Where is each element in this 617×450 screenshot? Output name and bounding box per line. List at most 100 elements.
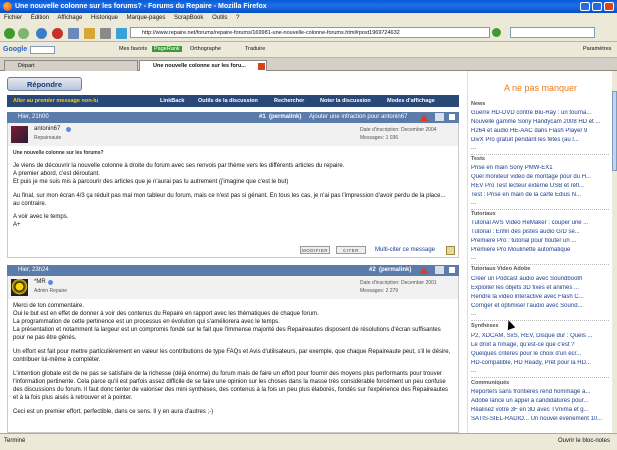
sidebar-link[interactable]: Premiere Pro : tutorial pour flouter un … xyxy=(471,238,611,244)
rate-menu[interactable]: Noter la discussion xyxy=(320,98,371,104)
post-header: Hier, 23h24 #2 (permalink) xyxy=(7,265,459,276)
linkback-menu[interactable]: LinkBack xyxy=(160,98,184,104)
menu-outils[interactable]: Outils xyxy=(212,15,227,21)
tab-current[interactable]: Une nouvelle colonne sur les foru... xyxy=(139,60,267,71)
avatar[interactable] xyxy=(11,126,28,143)
sidebar-more[interactable]: ... xyxy=(471,311,476,317)
scrollbar-thumb[interactable] xyxy=(612,91,617,171)
sidebar-link[interactable]: Exploiter les objets 3D fixes et animés … xyxy=(471,285,611,291)
mail-icon[interactable] xyxy=(116,28,127,39)
pagerank-button[interactable]: PageRank xyxy=(152,46,182,52)
forward-icon[interactable] xyxy=(18,28,29,39)
post-line: Ceci est un premier effort, perfectible,… xyxy=(13,408,214,415)
sidebar-link[interactable]: Tutorial AVS Video ReMaker : couper une … xyxy=(471,220,611,226)
back-icon[interactable] xyxy=(4,28,15,39)
tab-depart[interactable]: Départ xyxy=(4,60,138,71)
sidebar-link[interactable]: Guerre HD-DVD contre Blu-Ray : un tourna… xyxy=(471,110,611,116)
sidebar-link[interactable]: SATIS-SIEL-RADIO... Un nouvel événement … xyxy=(471,416,611,422)
infraction-link[interactable]: Ajouter une infraction pour antonin67 xyxy=(309,114,407,120)
reply-button[interactable]: Répondre xyxy=(7,77,82,91)
online-status-icon xyxy=(48,280,53,285)
display-modes-menu[interactable]: Modes d'affichage xyxy=(387,98,435,104)
divider xyxy=(471,154,609,155)
minimize-button[interactable] xyxy=(580,2,590,11)
vertical-scrollbar[interactable] xyxy=(612,71,617,433)
post-line: Au final, sur mon écran 4/3 ça réduit pa… xyxy=(13,192,446,207)
sidebar-link[interactable]: P2, XDCAM, SxS, REV, Disque dur : Quels … xyxy=(471,333,611,339)
select-post-checkbox[interactable] xyxy=(449,267,455,273)
home-icon[interactable] xyxy=(68,28,79,39)
sidebar-link[interactable]: Le droit à l'image, qu'est-ce que c'est … xyxy=(471,342,611,348)
sidebar-more[interactable]: ... xyxy=(471,200,476,206)
sidebar-link[interactable]: Nouvelle gamme Sony Handycam 2008 HD et … xyxy=(471,119,611,125)
first-unread-link[interactable]: Aller au premier message non-lu xyxy=(13,98,98,104)
search-menu[interactable]: Rechercher xyxy=(274,98,304,104)
online-status-icon xyxy=(66,127,71,132)
parametres-button[interactable]: Paramètres xyxy=(583,46,611,52)
menu-fichier[interactable]: Fichier xyxy=(4,15,22,21)
sidebar-link[interactable]: Adobe lance un appel à candidatures pour… xyxy=(471,398,611,404)
sidebar-link[interactable]: Quel moniteur vidéo de montage pour du H… xyxy=(471,174,611,180)
report-icon[interactable] xyxy=(420,267,428,274)
select-post-checkbox[interactable] xyxy=(449,114,455,120)
username[interactable]: *MR xyxy=(34,279,46,285)
sidebar-link[interactable]: Quelques critères pour le choix d'un écr… xyxy=(471,351,611,357)
multi-quote-icon[interactable] xyxy=(446,246,455,255)
edit-button[interactable]: MODIFIER xyxy=(300,246,330,254)
post-line: Oui le but est en effet de donner à voir… xyxy=(13,310,319,317)
menu-edition[interactable]: Édition xyxy=(31,15,49,21)
report-icon[interactable] xyxy=(420,114,428,121)
print-icon[interactable] xyxy=(100,28,111,39)
sidebar-more[interactable]: ... xyxy=(471,145,476,151)
favoris-button[interactable]: Mes favoris xyxy=(119,46,147,52)
menu-affichage[interactable]: Affichage xyxy=(57,15,82,21)
sidebar-link[interactable]: Rendre la vidéo interactive avec Flash C… xyxy=(471,294,611,300)
sidebar-link[interactable]: Test : Prise en main de la carte Edius N… xyxy=(471,192,611,198)
menu-historique[interactable]: Historique xyxy=(91,15,118,21)
sidebar-link[interactable]: Premiere Pro Moulinette automatique xyxy=(471,247,611,253)
post-number[interactable]: #1 xyxy=(259,114,266,120)
close-window-button[interactable] xyxy=(604,2,614,11)
maximize-button[interactable] xyxy=(592,2,602,11)
multi-quote-link[interactable]: Multi-citer ce message xyxy=(375,247,435,253)
post-line: Et puis je me suis mis à parcourir des a… xyxy=(13,178,289,185)
sidebar-more[interactable]: ... xyxy=(471,255,476,261)
sidebar-link[interactable]: Réalisez votre 3F en 3D avec TVnima et g… xyxy=(471,407,611,413)
sidebar-link[interactable]: Prise en main Sony PMW-EX1 xyxy=(471,165,611,171)
menu-scrapbook[interactable]: ScrapBook xyxy=(174,15,203,21)
sidebar-link[interactable]: Créer un Podcast audio avec Soundbooth xyxy=(471,276,611,282)
divider xyxy=(471,377,609,378)
orthographe-button[interactable]: Orthographe xyxy=(190,46,221,52)
bookmark-icon[interactable] xyxy=(84,28,95,39)
user-rank: Repaireaute xyxy=(34,135,62,141)
quote-button[interactable]: CITER xyxy=(336,246,366,254)
post-number[interactable]: #2 xyxy=(369,267,376,273)
sidebar-link[interactable]: HD-compatible, HD Ready, Prêt pour la HD… xyxy=(471,360,611,366)
warn-user-icon[interactable] xyxy=(435,113,444,121)
reload-icon[interactable] xyxy=(36,28,47,39)
google-search-input[interactable] xyxy=(30,46,55,54)
permalink-link[interactable]: (permalink) xyxy=(269,114,301,120)
sidebar-link[interactable]: REV Pro Test lecteur externe USB et réfl… xyxy=(471,183,611,189)
go-icon[interactable] xyxy=(492,28,501,37)
sidebar-link[interactable]: Tutorial : Enfin des pistes audio G/D sé… xyxy=(471,229,611,235)
stop-icon[interactable] xyxy=(52,28,63,39)
traduire-button[interactable]: Traduire xyxy=(245,46,265,52)
search-input[interactable] xyxy=(510,27,595,38)
username[interactable]: antonin67 xyxy=(34,126,60,132)
menu-marque-pages[interactable]: Marque-pages xyxy=(127,15,166,21)
sidebar-more[interactable]: ... xyxy=(471,368,476,374)
avatar[interactable] xyxy=(11,279,28,296)
permalink-link[interactable]: (permalink) xyxy=(379,267,411,273)
sidebar-link[interactable]: DivX Pro gratuit pendant les fêtes (au l… xyxy=(471,137,611,143)
sidebar-link[interactable]: Reporters sans frontières rend hommage a… xyxy=(471,389,611,395)
close-tab-icon[interactable] xyxy=(258,63,265,70)
sidebar-link[interactable]: Corriger et optimiser l'audio avec Sound… xyxy=(471,303,611,309)
menu-help[interactable]: ? xyxy=(236,15,239,21)
post-actions: MODIFIER CITER Multi-citer ce message xyxy=(290,246,456,256)
sidebar-link[interactable]: H264 et audio HE-AAC dans Flash Player 9 xyxy=(471,128,611,134)
notepad-button[interactable]: Ouvrir le bloc-notes xyxy=(558,438,610,444)
warn-user-icon[interactable] xyxy=(435,266,444,274)
url-input[interactable]: http://www.repaire.net/forums/repaire-fo… xyxy=(130,27,490,38)
tools-menu[interactable]: Outils de la discussion xyxy=(198,98,258,104)
